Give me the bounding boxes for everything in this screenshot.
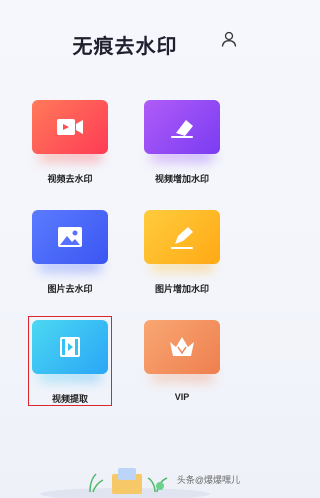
image-icon	[32, 210, 108, 264]
tool-label: 视频去水印	[47, 174, 93, 184]
eraser-icon	[144, 100, 220, 154]
video-camera-icon	[32, 100, 108, 154]
pencil-icon	[144, 210, 220, 264]
tool-label: 图片去水印	[47, 284, 93, 294]
plants-illustration	[40, 468, 210, 498]
user-icon[interactable]	[220, 30, 238, 48]
selection-highlight	[28, 316, 112, 406]
tool-label: 图片增加水印	[154, 284, 209, 294]
watermark-text: 头条@爆爆嘿儿	[176, 475, 240, 485]
footer-illustration: 头条@爆爆嘿儿	[0, 446, 250, 498]
tool-label: VIP	[174, 392, 190, 402]
tool-label: 视频增加水印	[154, 174, 209, 184]
page-title: 无痕去水印	[72, 36, 178, 58]
crown-icon	[144, 320, 220, 374]
